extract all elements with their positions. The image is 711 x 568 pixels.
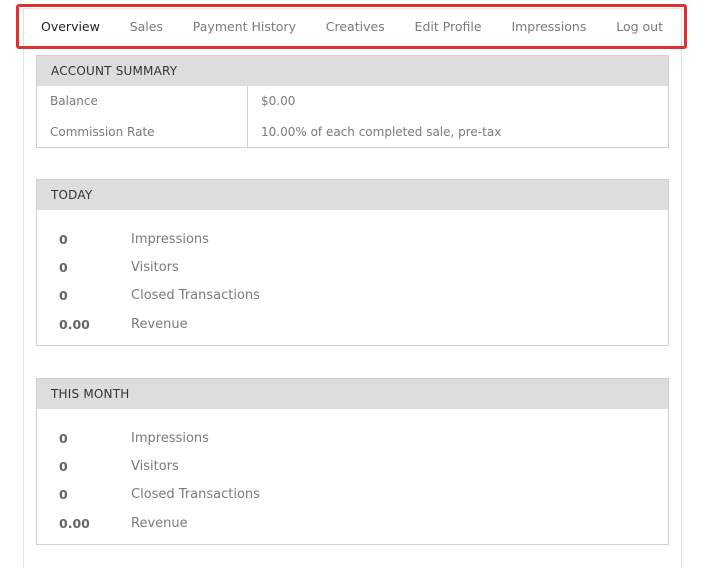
this-month-panel: THIS MONTH 0 Impressions 0 Visitors 0 Cl… bbox=[36, 378, 669, 545]
stat-label: Closed Transactions bbox=[131, 287, 260, 303]
summary-label: Balance bbox=[37, 86, 248, 117]
stat-row: 0 Impressions bbox=[37, 225, 668, 253]
summary-row-balance: Balance $0.00 bbox=[37, 86, 668, 117]
tab-creatives[interactable]: Creatives bbox=[326, 19, 385, 34]
stat-value: 0 bbox=[59, 458, 68, 474]
this-month-stats: 0 Impressions 0 Visitors 0 Closed Transa… bbox=[37, 409, 668, 538]
today-panel: TODAY 0 Impressions 0 Visitors 0 Closed … bbox=[36, 179, 669, 346]
stat-label: Visitors bbox=[131, 458, 179, 474]
stat-label: Impressions bbox=[131, 231, 209, 247]
stat-row: 0.00 Revenue bbox=[37, 508, 668, 538]
tab-payment-history[interactable]: Payment History bbox=[193, 19, 296, 34]
stat-label: Revenue bbox=[131, 316, 188, 332]
tab-sales[interactable]: Sales bbox=[130, 19, 163, 34]
stat-row: 0 Impressions bbox=[37, 424, 668, 452]
top-nav: Overview Sales Payment History Creatives… bbox=[24, 9, 682, 44]
account-summary-panel: ACCOUNT SUMMARY Balance $0.00 Commission… bbox=[36, 55, 669, 148]
summary-value: 10.00% of each completed sale, pre-tax bbox=[261, 125, 502, 139]
stat-value: 0 bbox=[59, 259, 68, 275]
stat-label: Revenue bbox=[131, 515, 188, 531]
tab-impressions[interactable]: Impressions bbox=[511, 19, 586, 34]
stat-value: 0.00 bbox=[59, 316, 90, 332]
tab-overview[interactable]: Overview bbox=[41, 19, 100, 34]
stat-label: Impressions bbox=[131, 430, 209, 446]
stat-value: 0.00 bbox=[59, 515, 90, 531]
stat-row: 0 Closed Transactions bbox=[37, 281, 668, 309]
stat-label: Visitors bbox=[131, 259, 179, 275]
stat-value: 0 bbox=[59, 430, 68, 446]
summary-value: $0.00 bbox=[261, 94, 296, 108]
stat-value: 0 bbox=[59, 287, 68, 303]
this-month-title: THIS MONTH bbox=[37, 379, 668, 409]
tab-edit-profile[interactable]: Edit Profile bbox=[415, 19, 482, 34]
today-stats: 0 Impressions 0 Visitors 0 Closed Transa… bbox=[37, 210, 668, 339]
stat-value: 0 bbox=[59, 486, 68, 502]
summary-label: Commission Rate bbox=[37, 117, 248, 148]
stat-row: 0 Visitors bbox=[37, 452, 668, 480]
stat-value: 0 bbox=[59, 231, 68, 247]
stat-row: 0 Visitors bbox=[37, 253, 668, 281]
account-summary-title: ACCOUNT SUMMARY bbox=[37, 56, 668, 86]
summary-row-commission-rate: Commission Rate 10.00% of each completed… bbox=[37, 117, 668, 148]
stat-label: Closed Transactions bbox=[131, 486, 260, 502]
stat-row: 0.00 Revenue bbox=[37, 309, 668, 339]
tab-log-out[interactable]: Log out bbox=[616, 19, 663, 34]
today-title: TODAY bbox=[37, 180, 668, 210]
stat-row: 0 Closed Transactions bbox=[37, 480, 668, 508]
